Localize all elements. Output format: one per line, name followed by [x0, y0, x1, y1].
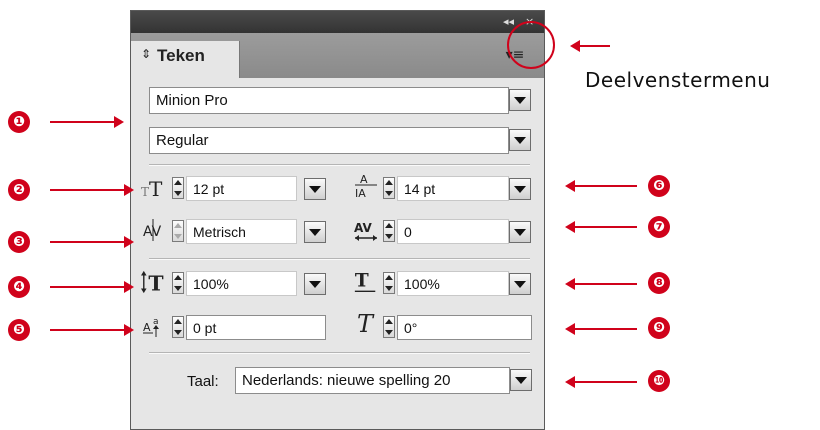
- callout-number: ❸: [8, 231, 30, 253]
- tracking-dropdown[interactable]: [509, 221, 531, 243]
- callout-number: ❻: [648, 175, 670, 197]
- collapse-icon[interactable]: ◂◂: [503, 15, 514, 28]
- font-family-dropdown[interactable]: [509, 89, 531, 111]
- panel-tab-row: ⇕ Teken ▾≡: [131, 33, 544, 78]
- font-style-dropdown[interactable]: [509, 129, 531, 151]
- tab-teken[interactable]: ⇕ Teken: [131, 41, 240, 78]
- baseline-shift-input[interactable]: 0 pt: [186, 315, 326, 340]
- callout-arrow: [565, 278, 637, 290]
- font-size-input[interactable]: 12 pt: [186, 176, 297, 201]
- svg-text:A: A: [360, 173, 368, 186]
- callout-arrow: [565, 323, 637, 335]
- horizontal-scale-input[interactable]: 100%: [397, 271, 509, 296]
- callout-number: ❿: [648, 370, 670, 392]
- tracking-icon: AV: [353, 217, 379, 243]
- vertical-scale-input[interactable]: 100%: [186, 271, 297, 296]
- svg-text:AV: AV: [354, 221, 372, 235]
- callout-number: ❽: [648, 272, 670, 294]
- svg-text:AV: AV: [143, 224, 162, 240]
- callout-number: ❷: [8, 179, 30, 201]
- callout-arrow: [50, 236, 134, 248]
- svg-text:T: T: [148, 271, 163, 295]
- leading-input[interactable]: 14 pt: [397, 176, 509, 201]
- skew-icon: T: [353, 310, 379, 338]
- separator: [149, 352, 530, 354]
- font-size-icon: TT: [141, 174, 167, 200]
- panel-titlebar: ◂◂ ×: [131, 11, 544, 33]
- font-size-stepper[interactable]: [172, 177, 184, 199]
- svg-text:A: A: [143, 321, 151, 334]
- horizontal-scale-stepper[interactable]: [383, 272, 395, 294]
- separator: [149, 164, 530, 166]
- callout-arrow: [50, 281, 134, 293]
- menu-callout-circle: [507, 21, 555, 69]
- callout-arrow: [565, 376, 637, 388]
- tracking-stepper[interactable]: [383, 220, 395, 242]
- tab-label: Teken: [157, 46, 205, 65]
- font-size-dropdown[interactable]: [304, 178, 326, 200]
- baseline-shift-stepper[interactable]: [172, 316, 184, 338]
- menu-callout-arrow: [570, 40, 610, 52]
- callout-number: ❾: [648, 317, 670, 339]
- callout-arrow: [565, 221, 637, 233]
- callout-arrow: [565, 180, 637, 192]
- callout-arrow: [50, 324, 134, 336]
- kerning-icon: AV: [141, 217, 167, 243]
- callout-number: ❹: [8, 276, 30, 298]
- language-field[interactable]: Nederlands: nieuwe spelling 20: [235, 367, 510, 394]
- svg-text:T: T: [357, 310, 375, 338]
- callout-arrow: [50, 116, 124, 128]
- kerning-input[interactable]: Metrisch: [186, 219, 297, 244]
- kerning-stepper[interactable]: [172, 220, 184, 242]
- callout-number: ❶: [8, 111, 30, 133]
- vertical-scale-icon: T: [141, 269, 167, 295]
- tab-arrows-icon: ⇕: [141, 47, 152, 61]
- font-style-field[interactable]: Regular: [149, 127, 509, 154]
- tracking-input[interactable]: 0: [397, 219, 509, 244]
- separator: [149, 258, 530, 260]
- svg-text:T: T: [149, 177, 163, 200]
- leading-dropdown[interactable]: [509, 178, 531, 200]
- language-dropdown[interactable]: [510, 369, 532, 391]
- leading-icon: A IA: [353, 172, 379, 199]
- vertical-scale-stepper[interactable]: [172, 272, 184, 294]
- font-family-field[interactable]: Minion Pro: [149, 87, 509, 114]
- callout-number: ❺: [8, 319, 30, 341]
- horizontal-scale-icon: T: [353, 269, 379, 295]
- skew-input[interactable]: 0°: [397, 315, 532, 340]
- horizontal-scale-dropdown[interactable]: [509, 273, 531, 295]
- vertical-scale-dropdown[interactable]: [304, 273, 326, 295]
- callout-arrow: [50, 184, 134, 196]
- leading-stepper[interactable]: [383, 177, 395, 199]
- skew-stepper[interactable]: [383, 316, 395, 338]
- baseline-shift-icon: Aa: [141, 313, 167, 339]
- callout-number: ❼: [648, 216, 670, 238]
- language-label: Taal:: [187, 373, 219, 390]
- svg-text:T: T: [141, 185, 149, 199]
- svg-text:T: T: [355, 271, 369, 292]
- kerning-dropdown[interactable]: [304, 221, 326, 243]
- svg-text:IA: IA: [355, 187, 366, 199]
- character-panel: ◂◂ × ⇕ Teken ▾≡ Minion Pro Regular TT 12…: [130, 10, 545, 430]
- menu-callout-label: Deelvenstermenu: [585, 68, 771, 92]
